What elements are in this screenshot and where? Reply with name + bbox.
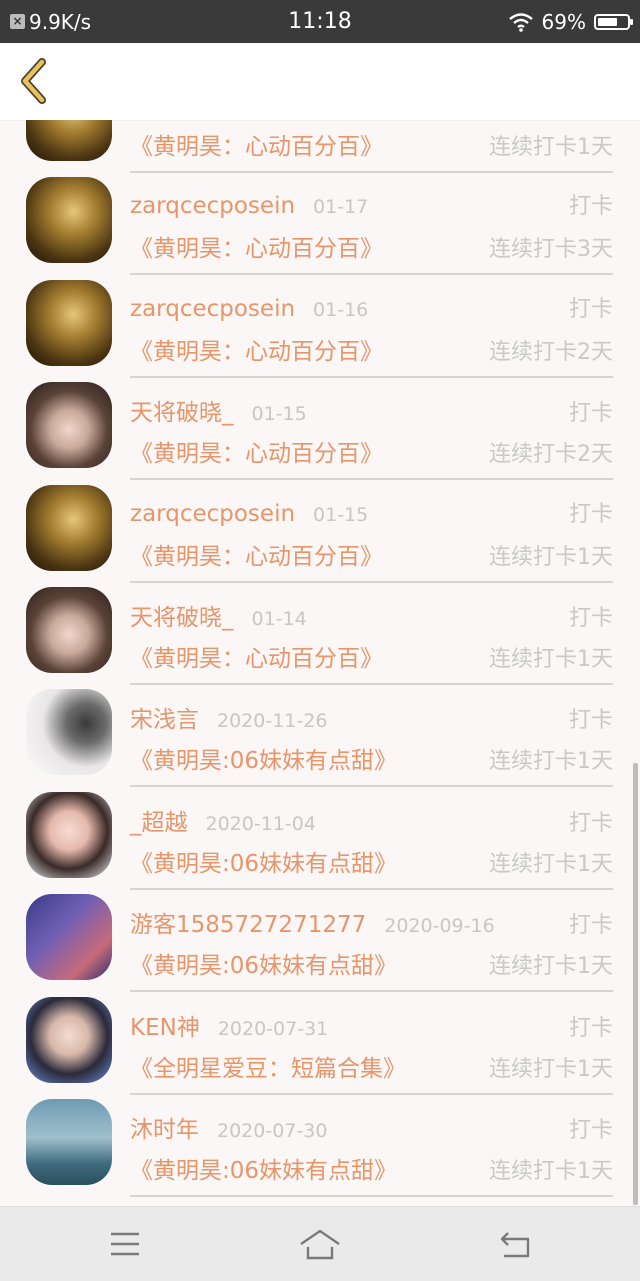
checkin-list-content: zarqcecposein01-18打卡《黄明昊：心动百分百》连续打卡1天 zar…	[0, 120, 640, 1197]
checkin-date: 2020-09-16	[384, 915, 495, 938]
checkin-date: 2020-07-30	[217, 1119, 328, 1142]
checkin-tag: 打卡	[568, 1015, 613, 1041]
pigtails-girl-avatar[interactable]	[26, 791, 112, 878]
checkin-tag: 打卡	[568, 194, 613, 220]
checkin-row[interactable]: 天将破晓_ 01-14 打卡 《黄明昊：心动百分百》 连续打卡1天	[0, 563, 640, 685]
checkin-row[interactable]: zarqcecposein 01-17 打卡 《黄明昊：心动百分百》 连续打卡3天	[0, 153, 640, 276]
username[interactable]: 沐时年	[130, 1110, 199, 1144]
checkin-tag: 打卡	[568, 708, 613, 734]
status-bar: × 9.9K/s 11:18 69%	[0, 0, 640, 43]
menu-icon[interactable]	[105, 1225, 145, 1263]
checkin-tag: 打卡	[568, 1117, 613, 1143]
checkin-date: 01-16	[313, 298, 369, 321]
username[interactable]: KEN神	[130, 1008, 200, 1042]
username[interactable]: 宋浅言	[130, 700, 199, 734]
row-header: zarqcecposein 01-16 打卡	[130, 291, 613, 323]
checkin-list[interactable]: zarqcecposein01-18打卡《黄明昊：心动百分百》连续打卡1天 zar…	[0, 120, 640, 1206]
checkin-row[interactable]: _超越 2020-11-04 打卡 《黄明昊:06妹妹有点甜》 连续打卡1天	[0, 768, 640, 890]
row-detail: 《黄明昊:06妹妹有点甜》 连续打卡1天	[130, 1151, 613, 1185]
guitar-avatar[interactable]	[26, 484, 112, 571]
username[interactable]: _超越	[130, 803, 188, 837]
streak-count: 连续打卡1天	[489, 1158, 613, 1184]
status-icons: 69%	[508, 9, 633, 34]
checkin-date: 2020-11-04	[205, 812, 316, 835]
checkin-row[interactable]: 天将破晓_ 01-15 打卡 《黄明昊：心动百分百》 连续打卡2天	[0, 358, 640, 481]
checkin-row[interactable]: zarqcecposein 01-15 打卡 《黄明昊：心动百分百》 连续打卡1天	[0, 461, 640, 583]
home-icon[interactable]	[298, 1225, 342, 1263]
checkin-tag: 打卡	[568, 913, 613, 939]
boy-avatar[interactable]	[26, 996, 112, 1083]
checkin-row[interactable]: zarqcecposein01-18打卡《黄明昊：心动百分百》连续打卡1天	[0, 120, 640, 173]
checkin-date: 2020-07-31	[217, 1017, 329, 1040]
row-divider	[130, 1194, 613, 1197]
checkin-row[interactable]: zarqcecposein 01-16 打卡 《黄明昊：心动百分百》 连续打卡2天	[0, 256, 640, 378]
row-header: zarqcecposein 01-15 打卡	[130, 496, 613, 528]
checkin-tag: 打卡	[568, 605, 613, 631]
row-header: 游客1585727271277 2020-09-16 打卡	[130, 905, 613, 939]
row-header: 天将破晓_ 01-15 打卡	[130, 393, 613, 427]
checkin-tag: 打卡	[568, 401, 613, 427]
checkin-tag: 打卡	[568, 501, 613, 527]
battery-icon	[594, 13, 633, 30]
system-nav-bar	[0, 1206, 640, 1281]
checkin-row[interactable]: 宋浅言 2020-11-26 打卡 《黄明昊:06妹妹有点甜》 连续打卡1天	[0, 665, 640, 788]
row-header: 宋浅言 2020-11-26 打卡	[130, 700, 613, 734]
checkin-date: 01-15	[313, 503, 369, 526]
row-header: KEN神 2020-07-31 打卡	[130, 1008, 613, 1042]
username[interactable]: zarqcecposein	[130, 501, 295, 527]
profile-girl-avatar[interactable]	[26, 689, 112, 776]
username[interactable]: 游客1585727271277	[130, 905, 366, 939]
checkin-tag: 打卡	[568, 810, 613, 836]
guitar-avatar[interactable]	[26, 279, 112, 366]
sea-girl-avatar[interactable]	[26, 1098, 112, 1185]
scrollbar[interactable]	[633, 763, 638, 1205]
book-title-link[interactable]: 《黄明昊:06妹妹有点甜》	[130, 1151, 397, 1185]
girl-ears-avatar[interactable]	[26, 586, 112, 673]
checkin-row[interactable]: 沐时年 2020-07-30 打卡《黄明昊:06妹妹有点甜》 连续打卡1天	[0, 1075, 640, 1197]
row-header: zarqcecposein 01-17 打卡	[130, 188, 613, 220]
battery-percent: 69%	[541, 9, 586, 34]
row-header: 沐时年 2020-07-30 打卡	[130, 1110, 613, 1144]
checkin-row[interactable]: 游客1585727271277 2020-09-16 打卡 《黄明昊:06妹妹有点甜》…	[0, 870, 640, 993]
username[interactable]: 天将破晓_	[130, 598, 234, 632]
back-arrow-icon[interactable]	[16, 57, 52, 105]
row-header: _超越 2020-11-04 打卡	[130, 803, 613, 837]
checkin-date: 2020-11-26	[217, 710, 328, 733]
row-header: 天将破晓_ 01-14 打卡	[130, 598, 613, 632]
checkin-date: 01-17	[313, 196, 369, 219]
checkin-tag: 打卡	[568, 296, 613, 322]
wifi-icon	[508, 12, 533, 32]
checkin-row[interactable]: KEN神 2020-07-31 打卡 《全明星爱豆：短篇合集》 连续打卡1天	[0, 973, 640, 1095]
username[interactable]: zarqcecposein	[130, 193, 295, 219]
guitar-avatar[interactable]	[26, 177, 112, 264]
anime-avatar[interactable]	[26, 894, 112, 981]
checkin-date: 01-15	[251, 403, 307, 426]
username[interactable]: 天将破晓_	[130, 393, 234, 427]
back-nav-icon[interactable]	[496, 1225, 536, 1263]
battery-level	[598, 17, 618, 26]
top-bar	[0, 43, 640, 121]
checkin-date: 01-14	[251, 607, 307, 630]
username[interactable]: zarqcecposein	[130, 296, 295, 322]
girl-ears-avatar[interactable]	[26, 382, 112, 469]
